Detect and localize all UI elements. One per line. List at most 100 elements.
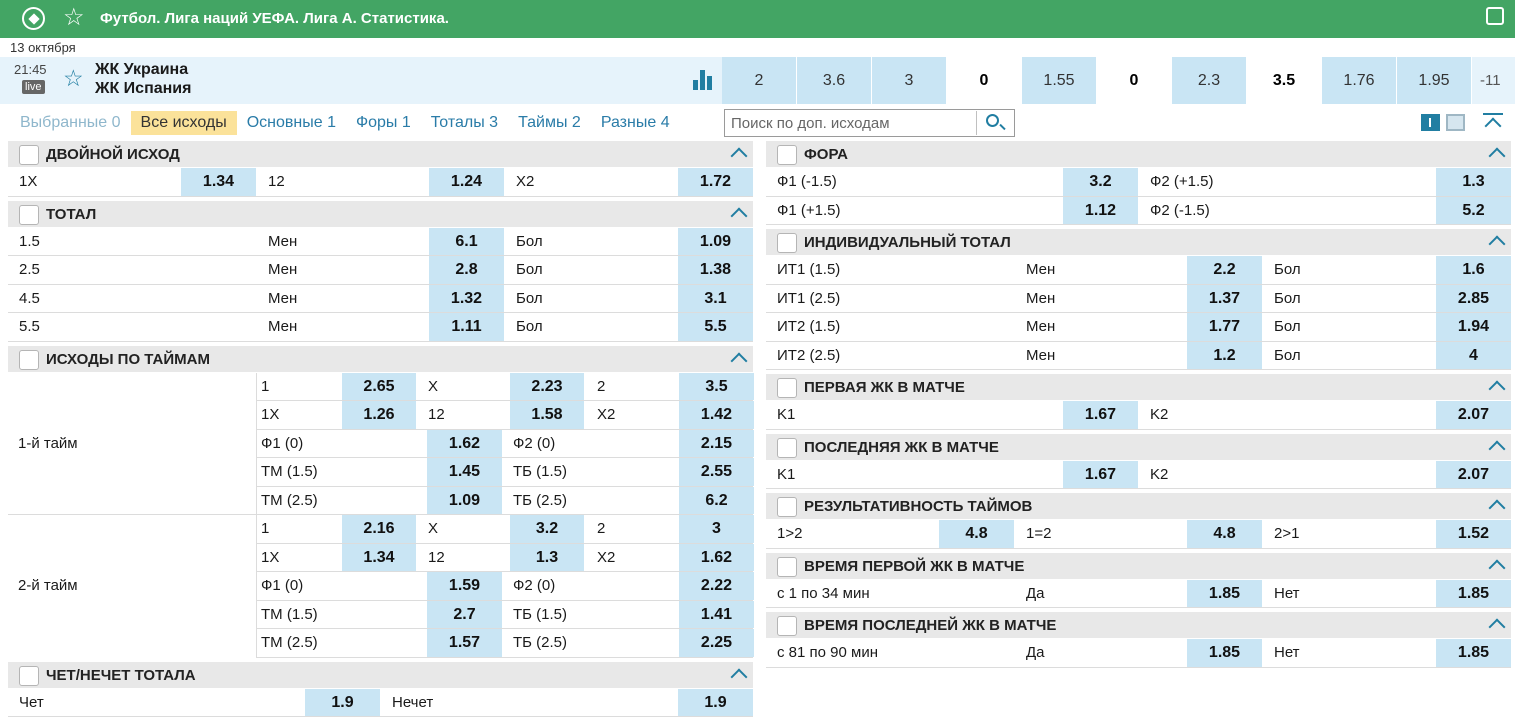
market-checkbox[interactable]: [777, 437, 797, 458]
market-header[interactable]: ВРЕМЯ ПОСЛЕДНЕЙ ЖК В МАТЧЕ: [766, 612, 1511, 639]
market-checkbox[interactable]: [777, 145, 797, 165]
chevron-up-icon[interactable]: [1488, 559, 1506, 576]
tab-misc[interactable]: Разные 4: [591, 111, 680, 135]
chevron-up-icon[interactable]: [1488, 380, 1506, 398]
odds-cell[interactable]: 3.6: [797, 57, 872, 104]
tab-selected[interactable]: Выбранные 0: [10, 111, 131, 135]
one-column-layout-icon[interactable]: [1446, 114, 1465, 131]
odds-cell[interactable]: 3.2: [1063, 168, 1138, 196]
odds-cell[interactable]: 1.58: [510, 401, 584, 429]
odds-cell[interactable]: 2: [722, 57, 797, 104]
odds-cell[interactable]: 3.5: [679, 372, 754, 400]
odds-cell[interactable]: 2.7: [427, 600, 502, 628]
market-checkbox[interactable]: [777, 233, 797, 253]
chevron-up-icon[interactable]: [730, 147, 748, 165]
odds-cell[interactable]: 1.12: [1063, 196, 1138, 224]
tab-main[interactable]: Основные 1: [237, 111, 346, 135]
odds-cell[interactable]: 1.94: [1436, 313, 1511, 341]
chevron-up-icon[interactable]: [730, 668, 748, 685]
market-header[interactable]: ИНДИВИДУАЛЬНЫЙ ТОТАЛ: [766, 229, 1511, 256]
odds-cell[interactable]: 4: [1436, 341, 1511, 369]
chevron-up-icon[interactable]: [1488, 235, 1506, 253]
chevron-up-icon[interactable]: [730, 207, 748, 224]
odds-cell[interactable]: 1.67: [1063, 401, 1138, 429]
odds-cell[interactable]: 1.37: [1187, 284, 1262, 312]
odds-cell[interactable]: 3.1: [678, 284, 753, 312]
odds-cell[interactable]: 2.2: [1187, 256, 1262, 284]
odds-cell[interactable]: 1.42: [679, 401, 754, 429]
odds-cell[interactable]: 1.85: [1187, 579, 1262, 607]
odds-cell[interactable]: 2.22: [679, 572, 754, 600]
odds-cell[interactable]: 2.55: [679, 458, 754, 486]
market-checkbox[interactable]: [777, 497, 797, 517]
market-header[interactable]: ПОСЛЕДНЯЯ ЖК В МАТЧЕ: [766, 433, 1511, 461]
chevron-up-icon[interactable]: [1488, 147, 1506, 165]
odds-cell[interactable]: 2.25: [679, 629, 754, 657]
odds-cell[interactable]: 3: [679, 515, 754, 543]
chevron-up-icon[interactable]: [1488, 499, 1506, 517]
market-checkbox[interactable]: [777, 378, 797, 398]
market-checkbox[interactable]: [19, 204, 39, 225]
market-header[interactable]: ВРЕМЯ ПЕРВОЙ ЖК В МАТЧЕ: [766, 552, 1511, 580]
odds-cell[interactable]: 2.16: [342, 515, 416, 543]
odds-cell[interactable]: 1.45: [427, 458, 502, 486]
odds-cell[interactable]: 1.62: [679, 543, 754, 571]
odds-cell[interactable]: 6.1: [429, 227, 504, 255]
odds-cell[interactable]: 1.9: [305, 688, 380, 716]
odds-cell[interactable]: 1.85: [1436, 579, 1511, 607]
odds-cell[interactable]: 1.09: [427, 486, 502, 514]
two-column-layout-icon[interactable]: [1421, 114, 1440, 131]
odds-cell[interactable]: 2.07: [1436, 460, 1511, 488]
odds-cell[interactable]: 1.3: [510, 543, 584, 571]
match-favorite-star-icon[interactable]: ☆: [63, 65, 84, 91]
market-header[interactable]: ИСХОДЫ ПО ТАЙМАМ: [8, 345, 753, 373]
search-icon[interactable]: [977, 110, 1013, 136]
odds-cell[interactable]: 1.55: [1022, 57, 1097, 104]
odds-cell[interactable]: 2.3: [1172, 57, 1247, 104]
market-header[interactable]: РЕЗУЛЬТАТИВНОСТЬ ТАЙМОВ: [766, 493, 1511, 520]
odds-cell[interactable]: 1.76: [1322, 57, 1397, 104]
chevron-up-icon[interactable]: [1488, 618, 1506, 636]
odds-cell[interactable]: 1.32: [429, 284, 504, 312]
tab-all[interactable]: Все исходы: [130, 111, 237, 135]
odds-cell[interactable]: 4.8: [939, 520, 1014, 548]
collapse-all-icon[interactable]: [1483, 113, 1503, 135]
favorite-star-icon[interactable]: ☆: [63, 3, 85, 33]
odds-cell[interactable]: 1.24: [429, 168, 504, 196]
odds-cell[interactable]: 1.38: [678, 256, 753, 284]
market-header[interactable]: ЧЕТ/НЕЧЕТ ТОТАЛА: [8, 661, 753, 689]
odds-cell[interactable]: 1.57: [427, 629, 502, 657]
tab-totals[interactable]: Тоталы 3: [421, 111, 508, 135]
odds-cell[interactable]: 1.09: [678, 227, 753, 255]
odds-cell[interactable]: 4.8: [1187, 520, 1262, 548]
odds-cell[interactable]: 1.9: [678, 688, 753, 716]
odds-cell[interactable]: 2.15: [679, 429, 754, 457]
market-header[interactable]: ДВОЙНОЙ ИСХОД: [8, 141, 753, 168]
tab-handicaps[interactable]: Форы 1: [346, 111, 421, 135]
more-markets-count[interactable]: -11: [1480, 72, 1501, 89]
statistics-icon[interactable]: [693, 70, 716, 90]
odds-cell[interactable]: 1.85: [1436, 639, 1511, 667]
market-checkbox[interactable]: [19, 145, 39, 165]
odds-cell[interactable]: 1.85: [1187, 639, 1262, 667]
market-checkbox[interactable]: [19, 665, 39, 686]
odds-cell[interactable]: 1.52: [1436, 520, 1511, 548]
odds-cell[interactable]: 2.65: [342, 372, 416, 400]
market-header[interactable]: ПЕРВАЯ ЖК В МАТЧЕ: [766, 374, 1511, 401]
close-icon[interactable]: [1486, 7, 1504, 25]
odds-cell[interactable]: 1.95: [1397, 57, 1472, 104]
odds-cell[interactable]: 2.23: [510, 372, 584, 400]
odds-cell[interactable]: 1.77: [1187, 313, 1262, 341]
odds-cell[interactable]: 1.11: [429, 313, 504, 341]
odds-cell[interactable]: 6.2: [679, 486, 754, 514]
odds-cell[interactable]: 2.85: [1436, 284, 1511, 312]
market-checkbox[interactable]: [777, 556, 797, 577]
tab-halves[interactable]: Таймы 2: [508, 111, 591, 135]
chevron-up-icon[interactable]: [730, 352, 748, 369]
odds-cell[interactable]: 1.34: [342, 543, 416, 571]
chevron-up-icon[interactable]: [1488, 440, 1506, 457]
odds-cell[interactable]: 3.2: [510, 515, 584, 543]
odds-cell[interactable]: 2.07: [1436, 401, 1511, 429]
odds-cell[interactable]: 1.6: [1436, 256, 1511, 284]
market-checkbox[interactable]: [19, 349, 39, 370]
